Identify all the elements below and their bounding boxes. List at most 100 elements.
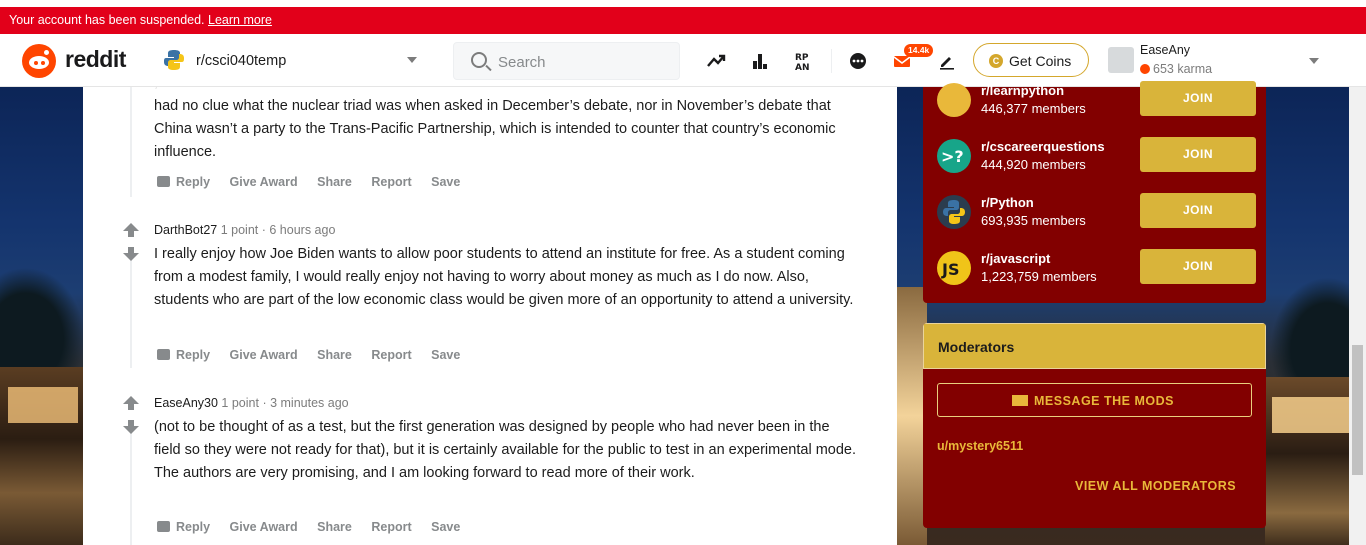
- karma-icon: [1140, 64, 1150, 74]
- search-icon: [471, 52, 487, 68]
- comment-author[interactable]: DarthBot27: [154, 223, 217, 237]
- svg-text:RP: RP: [795, 53, 809, 63]
- comment-time[interactable]: · 3 minutes ago: [262, 396, 348, 410]
- leaderboard-icon[interactable]: [750, 51, 770, 71]
- thread-line[interactable]: [130, 250, 132, 368]
- view-all-moderators-link[interactable]: VIEW ALL MODERATORS: [1075, 479, 1236, 493]
- python-icon: [164, 50, 184, 70]
- javascript-icon: JS: [937, 251, 971, 285]
- comment-body: I really enjoy how Joe Biden wants to al…: [154, 246, 854, 308]
- report-button[interactable]: Report: [371, 175, 411, 189]
- svg-text:>?: >?: [941, 147, 964, 166]
- scrollbar-thumb[interactable]: [1352, 345, 1363, 475]
- save-button[interactable]: Save: [431, 520, 460, 534]
- moderators-widget: Moderators MESSAGE THE MODS u/mystery651…: [923, 323, 1266, 528]
- comment-icon: [157, 176, 170, 187]
- window-left: [8, 387, 78, 423]
- downvote-icon[interactable]: [123, 247, 139, 261]
- get-coins-button[interactable]: C Get Coins: [973, 43, 1089, 77]
- reply-button[interactable]: Reply: [157, 520, 210, 534]
- reply-button[interactable]: Reply: [157, 348, 210, 362]
- give-award-button[interactable]: Give Award: [230, 348, 298, 362]
- username: EaseAny: [1140, 43, 1191, 57]
- reddit-wordmark[interactable]: reddit: [65, 46, 126, 73]
- avatar: [1108, 47, 1134, 73]
- save-button[interactable]: Save: [431, 348, 460, 362]
- comment-points: 1 point: [221, 396, 259, 410]
- karma-count: 653 karma: [1140, 62, 1212, 76]
- comment-meta: DarthBot27 1 point · 6 hours ago: [154, 223, 335, 237]
- page-scrollbar[interactable]: [1349, 87, 1366, 545]
- upvote-icon[interactable]: [123, 223, 139, 237]
- trending-icon[interactable]: [706, 51, 726, 71]
- community-row[interactable]: >? r/cscareerquestions 444,920 members J…: [937, 133, 1257, 179]
- save-button[interactable]: Save: [431, 175, 460, 189]
- user-menu[interactable]: EaseAny 653 karma: [1107, 41, 1327, 81]
- message-mods-label: MESSAGE THE MODS: [1034, 394, 1174, 408]
- vote-controls: [123, 223, 139, 261]
- moderator-link[interactable]: u/mystery6511: [937, 439, 1023, 453]
- thread-line[interactable]: [130, 87, 132, 197]
- community-members: 1,223,759 members: [981, 269, 1097, 284]
- give-award-button[interactable]: Give Award: [230, 520, 298, 534]
- comment-actions: Reply Give Award Share Report Save: [157, 520, 476, 534]
- community-members: 693,935 members: [981, 213, 1086, 228]
- top-strip: [0, 0, 1366, 7]
- community-row[interactable]: r/Python 693,935 members JOIN: [937, 189, 1257, 235]
- report-button[interactable]: Report: [371, 348, 411, 362]
- comment-author[interactable]: EaseAny30: [154, 396, 218, 410]
- upvote-icon[interactable]: [123, 396, 139, 410]
- comment-body: (not to be thought of as a test, but the…: [154, 419, 857, 481]
- join-button[interactable]: JOIN: [1140, 81, 1256, 116]
- get-coins-label: Get Coins: [1009, 53, 1072, 69]
- create-post-icon[interactable]: [937, 51, 957, 71]
- join-button[interactable]: JOIN: [1140, 137, 1256, 172]
- coin-icon: C: [989, 54, 1003, 68]
- comment-time[interactable]: · 6 hours ago: [262, 223, 336, 237]
- svg-text:JS: JS: [941, 260, 959, 279]
- comment-icon: [157, 521, 170, 532]
- suspension-banner: Your account has been suspended. Learn m…: [0, 7, 1366, 34]
- join-button[interactable]: JOIN: [1140, 193, 1256, 228]
- share-button[interactable]: Share: [317, 348, 352, 362]
- chevron-down-icon: [407, 57, 417, 63]
- downvote-icon[interactable]: [123, 420, 139, 434]
- join-button[interactable]: JOIN: [1140, 249, 1256, 284]
- chevron-down-icon: [1309, 58, 1319, 64]
- comments-panel: , had no clue what the nuclear triad was…: [83, 87, 897, 545]
- related-communities: r/learnpython 446,377 members JOIN >? r/…: [923, 81, 1266, 303]
- comment-actions: Reply Give Award Share Report Save: [157, 175, 476, 189]
- community-name[interactable]: r/Python: [981, 195, 1034, 210]
- envelope-icon: [1012, 395, 1028, 406]
- reddit-logo-icon[interactable]: [22, 44, 56, 78]
- cscareerquestions-icon: >?: [937, 139, 971, 173]
- thread-line[interactable]: [130, 422, 132, 545]
- community-row[interactable]: r/learnpython 446,377 members JOIN: [937, 77, 1257, 123]
- chat-icon[interactable]: [848, 51, 868, 71]
- community-switcher[interactable]: r/csci040temp: [163, 43, 425, 79]
- reply-button[interactable]: Reply: [157, 175, 210, 189]
- community-row[interactable]: JS r/javascript 1,223,759 members JOIN: [937, 245, 1257, 291]
- community-name[interactable]: r/cscareerquestions: [981, 139, 1105, 154]
- report-button[interactable]: Report: [371, 520, 411, 534]
- notification-badge: 14.4k: [904, 44, 934, 57]
- share-button[interactable]: Share: [317, 520, 352, 534]
- rpan-icon[interactable]: RP AN: [794, 51, 814, 71]
- community-name[interactable]: r/javascript: [981, 251, 1050, 266]
- share-button[interactable]: Share: [317, 175, 352, 189]
- vote-controls: [123, 396, 139, 434]
- search-input[interactable]: [498, 51, 668, 73]
- moderators-title: Moderators: [938, 339, 1015, 355]
- comment-meta: EaseAny30 1 point · 3 minutes ago: [154, 396, 349, 410]
- moderators-header: Moderators: [923, 323, 1266, 369]
- comment-icon: [157, 349, 170, 360]
- message-mods-button[interactable]: MESSAGE THE MODS: [937, 383, 1252, 417]
- window-right: [1272, 397, 1360, 433]
- give-award-button[interactable]: Give Award: [230, 175, 298, 189]
- search-box[interactable]: [453, 42, 680, 80]
- community-name[interactable]: r/learnpython: [981, 83, 1064, 98]
- learn-more-link[interactable]: Learn more: [208, 13, 272, 27]
- community-members: 446,377 members: [981, 101, 1086, 116]
- comment-body: , had no clue what the nuclear triad was…: [154, 87, 836, 160]
- comment-actions: Reply Give Award Share Report Save: [157, 348, 476, 362]
